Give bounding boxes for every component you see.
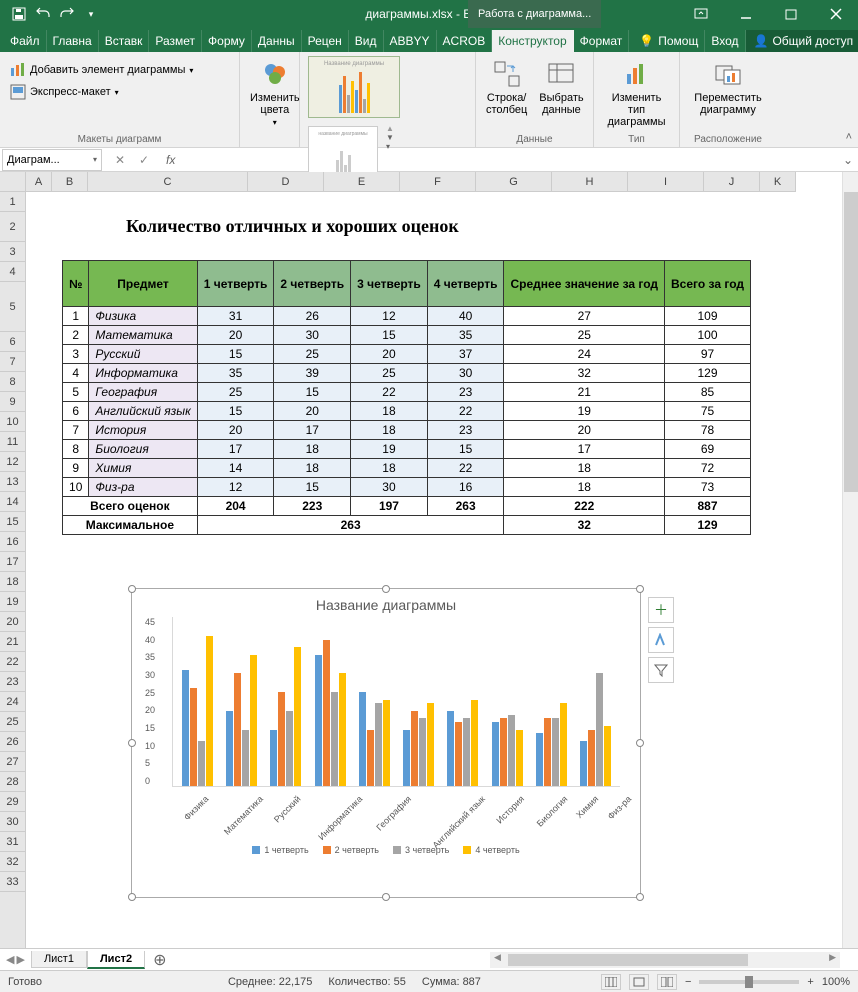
- sheet-tab-2[interactable]: Лист2: [87, 951, 145, 969]
- tab-layout[interactable]: Размет: [149, 30, 202, 52]
- minimize-button[interactable]: [723, 0, 768, 28]
- qat-customize[interactable]: ▾: [80, 3, 102, 25]
- tab-acrobat[interactable]: ACROB: [437, 30, 493, 52]
- chart-type-icon: [621, 58, 653, 90]
- redo-button[interactable]: [56, 3, 78, 25]
- zoom-in[interactable]: +: [807, 976, 813, 988]
- move-chart-icon: [712, 58, 744, 90]
- tab-abbyy[interactable]: ABBYY: [384, 30, 437, 52]
- switch-row-col[interactable]: Строка/ столбец: [482, 54, 531, 120]
- vertical-scrollbar[interactable]: [842, 172, 858, 948]
- chart-filters-button[interactable]: [648, 657, 674, 683]
- close-button[interactable]: [813, 0, 858, 28]
- styles-scroll-up[interactable]: ▲: [386, 124, 394, 133]
- add-chart-element[interactable]: Добавить элемент диаграммы ▾: [6, 60, 197, 80]
- quick-layout[interactable]: Экспресс-макет ▾: [6, 82, 123, 102]
- formula-input[interactable]: [181, 153, 838, 167]
- status-average: Среднее: 22,175: [228, 976, 312, 988]
- sheet-nav-prev[interactable]: ◀: [6, 953, 14, 966]
- maximize-button[interactable]: [768, 0, 813, 28]
- group-location-label: Расположение: [686, 132, 770, 147]
- tab-formulas[interactable]: Форму: [202, 30, 252, 52]
- chart-elements-button[interactable]: ＋: [648, 597, 674, 623]
- row-headers[interactable]: 1234567891011121314151617181920212223242…: [0, 192, 26, 948]
- normal-view[interactable]: [601, 974, 621, 990]
- tab-insert[interactable]: Вставк: [99, 30, 150, 52]
- sign-in[interactable]: Вход: [705, 30, 745, 52]
- status-ready: Готово: [8, 976, 42, 988]
- accept-formula[interactable]: ✓: [132, 150, 156, 170]
- titlebar: ▾ диаграммы.xlsx - Excel Работа с диагра…: [0, 0, 858, 28]
- tell-me[interactable]: 💡Помощ: [633, 30, 705, 52]
- horizontal-scrollbar[interactable]: ◀ ▶: [490, 952, 840, 968]
- chart-style-1[interactable]: Название диаграммы: [308, 56, 400, 118]
- chart-title[interactable]: Название диаграммы: [132, 589, 640, 617]
- sheet-nav-next[interactable]: ▶: [16, 953, 24, 966]
- save-button[interactable]: [8, 3, 30, 25]
- group-data-label: Данные: [482, 132, 587, 147]
- chart-object[interactable]: Название диаграммы 051015202530354045 Фи…: [131, 588, 641, 898]
- move-chart[interactable]: Переместить диаграмму: [686, 54, 770, 120]
- chart-element-icon: [10, 62, 26, 78]
- select-data-icon: [545, 58, 577, 90]
- add-sheet-button[interactable]: ⊕: [145, 950, 174, 970]
- table-title: Количество отличных и хороших оценок: [126, 216, 459, 237]
- page-layout-view[interactable]: [629, 974, 649, 990]
- zoom-out[interactable]: −: [685, 976, 691, 988]
- zoom-slider[interactable]: [699, 980, 799, 984]
- status-bar: Готово Среднее: 22,175 Количество: 55 Су…: [0, 970, 858, 992]
- tab-data[interactable]: Данны: [252, 30, 302, 52]
- collapse-ribbon[interactable]: ˄: [846, 131, 852, 143]
- ribbon: Добавить элемент диаграммы ▾ Экспресс-ма…: [0, 52, 858, 148]
- share-button[interactable]: 👤Общий доступ: [746, 30, 858, 52]
- tab-format[interactable]: Формат: [574, 30, 630, 52]
- expand-formula-bar[interactable]: ⌄: [838, 153, 858, 167]
- styles-more[interactable]: ▾: [386, 142, 394, 151]
- change-colors[interactable]: Изменить цвета▾: [246, 54, 304, 131]
- cells-area[interactable]: Количество отличных и хороших оценок №Пр…: [26, 192, 858, 948]
- chart-styles-button[interactable]: [648, 627, 674, 653]
- change-chart-type[interactable]: Изменить тип диаграммы: [600, 54, 673, 132]
- sheet-tab-1[interactable]: Лист1: [31, 951, 87, 968]
- switch-icon: [491, 58, 523, 90]
- data-table: №Предмет1 четверть2 четверть3 четверть4 …: [62, 260, 751, 535]
- styles-scroll-down[interactable]: ▼: [386, 133, 394, 142]
- group-layouts-label: Макеты диаграмм: [6, 132, 233, 147]
- tab-home[interactable]: Главна: [47, 30, 99, 52]
- chart-plot-area[interactable]: 051015202530354045: [172, 617, 620, 787]
- select-all-corner[interactable]: [0, 172, 26, 192]
- status-count: Количество: 55: [328, 976, 405, 988]
- group-type-label: Тип: [600, 132, 673, 147]
- tab-design[interactable]: Конструктор: [492, 30, 573, 52]
- page-break-view[interactable]: [657, 974, 677, 990]
- bulb-icon: 💡: [639, 34, 654, 48]
- undo-button[interactable]: [32, 3, 54, 25]
- person-icon: 👤: [754, 34, 769, 48]
- fx-label[interactable]: fx: [160, 153, 181, 167]
- colors-icon: [259, 58, 291, 90]
- select-data[interactable]: Выбрать данные: [535, 54, 587, 120]
- chart-tools-tab: Работа с диаграмма...: [468, 0, 601, 28]
- name-box[interactable]: Диаграм...▾: [2, 149, 102, 171]
- tab-view[interactable]: Вид: [349, 30, 384, 52]
- worksheet-grid[interactable]: ABCDEFGHIJK 1234567891011121314151617181…: [0, 172, 858, 948]
- status-sum: Сумма: 887: [422, 976, 481, 988]
- tab-review[interactable]: Рецен: [302, 30, 349, 52]
- tab-file[interactable]: Файл: [4, 30, 47, 52]
- sheet-tab-bar: ◀ ▶ Лист1 Лист2 ⊕ ◀ ▶: [0, 948, 858, 970]
- ribbon-display-options[interactable]: [678, 0, 723, 28]
- cancel-formula[interactable]: ✕: [108, 150, 132, 170]
- column-headers[interactable]: ABCDEFGHIJK: [26, 172, 796, 192]
- ribbon-tabs: Файл Главна Вставк Размет Форму Данны Ре…: [0, 28, 858, 52]
- zoom-level[interactable]: 100%: [822, 976, 850, 988]
- layout-icon: [10, 84, 26, 100]
